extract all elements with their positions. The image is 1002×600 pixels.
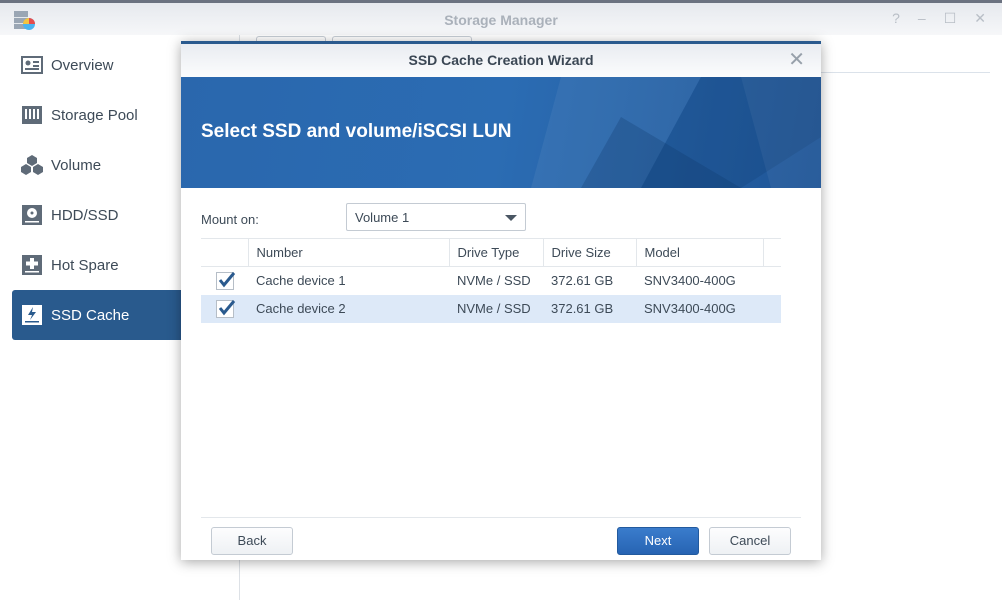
minimize-button[interactable]: – (918, 10, 926, 27)
ssd-cache-wizard-dialog: SSD Cache Creation Wizard ✕ Select SSD a… (181, 41, 821, 560)
checkmark-icon (218, 271, 236, 288)
cell-number: Cache device 1 (256, 273, 346, 289)
row-checkbox[interactable] (216, 271, 236, 290)
maximize-button[interactable]: ☐ (944, 10, 957, 27)
cell-model: SNV3400-400G (644, 273, 736, 289)
volume-icon (21, 155, 43, 175)
cell-model: SNV3400-400G (636, 294, 763, 323)
column-header-model[interactable]: Model (635, 238, 763, 267)
cell-drive-type: NVMe / SSD (449, 294, 543, 323)
cancel-button[interactable]: Cancel (709, 527, 791, 555)
background-divider (820, 72, 990, 73)
storage-pool-icon (22, 106, 42, 124)
close-window-button[interactable]: ✕ (974, 10, 986, 27)
row-checkbox[interactable] (216, 299, 236, 318)
ssd-table: Number Drive Type Drive Size Model Cache… (201, 238, 781, 323)
table-header: Number Drive Type Drive Size Model (201, 238, 781, 267)
sidebar-item-label: Volume (51, 156, 102, 174)
dialog-header: SSD Cache Creation Wizard ✕ (181, 44, 821, 77)
wizard-heading: Select SSD and volume/iSCSI LUN (201, 121, 512, 142)
column-header-drive-size[interactable]: Drive Size (542, 238, 636, 267)
sidebar-item-label: SSD Cache (51, 306, 130, 324)
dialog-title: SSD Cache Creation Wizard (408, 52, 594, 68)
mount-on-label: Mount on: (201, 212, 259, 227)
title-bar: Storage Manager ? – ☐ ✕ (0, 3, 1002, 35)
cell-drive-size: 372.61 GB (551, 273, 614, 289)
column-header-spacer (762, 238, 781, 267)
chevron-down-icon (505, 215, 517, 221)
wizard-banner: Select SSD and volume/iSCSI LUN (181, 77, 821, 188)
sidebar-item-label: Storage Pool (51, 106, 138, 124)
footer-divider (201, 517, 801, 518)
overview-icon (21, 56, 43, 74)
column-header-number[interactable]: Number (247, 238, 449, 267)
help-button[interactable]: ? (892, 10, 900, 27)
hot-spare-icon (22, 255, 42, 275)
hdd-icon (22, 205, 42, 225)
sidebar-item-label: HDD/SSD (51, 206, 119, 224)
next-button[interactable]: Next (617, 527, 699, 555)
close-icon[interactable]: ✕ (788, 44, 805, 77)
ssd-cache-icon (22, 305, 42, 325)
mount-on-value: Volume 1 (355, 210, 410, 225)
checkbox-column-header (201, 238, 248, 267)
checkmark-icon (218, 299, 236, 315)
sidebar-item-label: Overview (51, 56, 114, 74)
table-row[interactable]: Cache device 2 NVMe / SSD 372.61 GB SNV3… (201, 294, 781, 323)
cell-drive-size: 372.61 GB (543, 294, 636, 323)
table-row[interactable]: Cache device 1 NVMe / SSD 372.61 GB SNV3… (201, 267, 781, 295)
window-title: Storage Manager (444, 12, 558, 28)
cell-drive-type: NVMe / SSD (457, 273, 531, 289)
cell-number: Cache device 2 (248, 294, 449, 323)
sidebar-item-label: Hot Spare (51, 256, 119, 274)
column-header-drive-type[interactable]: Drive Type (448, 238, 543, 267)
back-button[interactable]: Back (211, 527, 293, 555)
mount-on-select[interactable]: Volume 1 (346, 203, 526, 231)
